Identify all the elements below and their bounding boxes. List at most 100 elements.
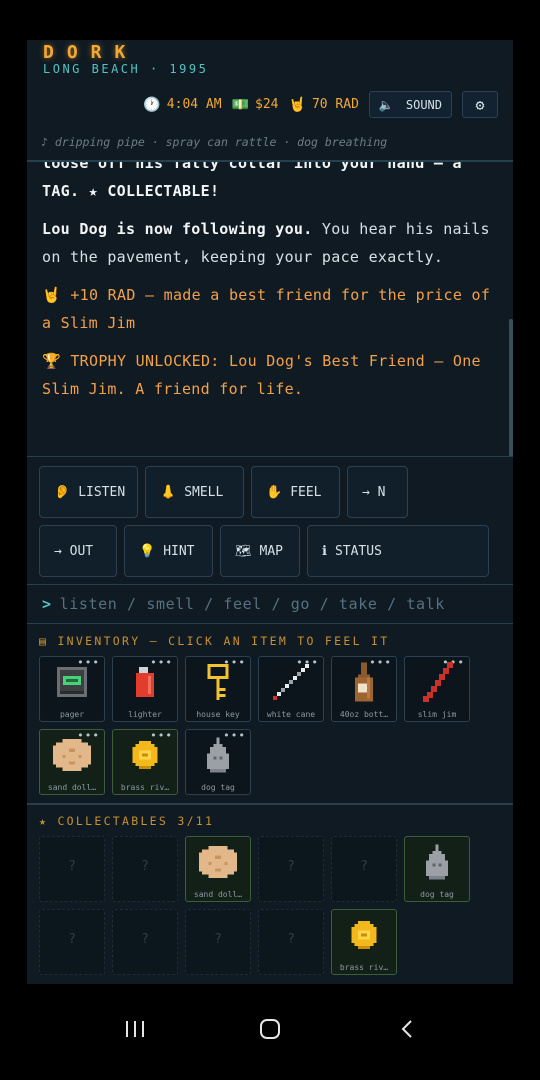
unknown-mark: ?: [68, 859, 76, 874]
hint-button[interactable]: 💡 HINT: [124, 525, 213, 577]
android-nav-bar: [0, 984, 540, 1080]
unknown-mark: ?: [287, 859, 295, 874]
dog-tag-icon: [207, 737, 229, 777]
inventory-item-lighter[interactable]: ••• lighter: [112, 656, 178, 722]
bottle-icon: [355, 662, 373, 706]
status-label: STATUS: [334, 543, 382, 559]
map-icon: 🗺: [235, 543, 252, 559]
collectable-slot-locked: ?: [185, 909, 251, 975]
ear-icon: 👂: [54, 484, 71, 500]
back-icon: [401, 1020, 412, 1038]
settings-button[interactable]: ⚙: [462, 91, 498, 118]
time-display: 4:04 AM: [166, 97, 222, 112]
inventory-item-pager[interactable]: ••• pager: [39, 656, 105, 722]
narrative-line: Lou Dog is now following you. You hear h…: [42, 216, 502, 271]
item-label: lighter: [128, 710, 162, 719]
inventory-item-dog-tag[interactable]: ••• dog tag: [185, 729, 251, 795]
rad-hand-icon: 🤘: [42, 286, 61, 304]
status-button[interactable]: ℹ STATUS: [307, 525, 489, 577]
pager-icon: [57, 667, 87, 701]
info-icon: ℹ: [322, 543, 327, 559]
section-divider: [27, 803, 513, 805]
map-button[interactable]: 🗺 MAP: [220, 525, 300, 577]
unknown-mark: ?: [360, 859, 368, 874]
game-screen: DORK LONG BEACH · 1995 🕐 4:04 AM 💵 $24 🤘…: [27, 40, 513, 984]
narrative-line: loose off his fatty collar into your han…: [42, 160, 502, 205]
brass-rivet-icon: [132, 741, 158, 773]
lightbulb-icon: 💡: [139, 543, 156, 559]
inventory-item-brass-rivet[interactable]: ••• brass riv…: [112, 729, 178, 795]
inventory-item-white-cane[interactable]: ••• white cane: [258, 656, 324, 722]
back-button[interactable]: [387, 1014, 427, 1044]
smell-label: SMELL: [184, 484, 224, 500]
item-label: sand doll…: [47, 783, 97, 792]
action-buttons: 👂 LISTEN 👃 SMELL ✋ FEEL → N → OUT 💡 HINT…: [39, 466, 509, 577]
go-north-label: → N: [362, 484, 386, 500]
go-out-label: → OUT: [54, 543, 94, 559]
nose-icon: 👃: [160, 484, 177, 500]
collectable-label: dog tag: [420, 890, 454, 899]
scrollbar[interactable]: [509, 319, 513, 456]
feel-label: FEEL: [290, 484, 322, 500]
unknown-mark: ?: [214, 932, 222, 947]
collectable-dog-tag[interactable]: dog tag: [404, 836, 470, 902]
collectable-slot-locked: ?: [331, 836, 397, 902]
follow-message: Lou Dog is now following you.: [42, 220, 313, 238]
inventory-item-40oz-bottle[interactable]: ••• 40oz bott…: [331, 656, 397, 722]
item-label: brass riv…: [120, 783, 170, 792]
collectable-brass-rivet[interactable]: brass riv…: [331, 909, 397, 975]
gear-icon: ⚙: [475, 95, 485, 114]
collectable-message: loose off his fatty collar into your han…: [42, 160, 462, 200]
sand-dollar-icon: [199, 846, 237, 882]
trophy-text: TROPHY UNLOCKED: Lou Dog's Best Friend –…: [42, 352, 481, 398]
item-label: white cane: [266, 710, 316, 719]
trophy-icon: 🏆: [42, 352, 61, 370]
money-display: $24: [255, 97, 279, 112]
hint-label: HINT: [163, 543, 195, 559]
inventory-item-house-key[interactable]: ••• house key: [185, 656, 251, 722]
collectable-slot-locked: ?: [39, 909, 105, 975]
smell-button[interactable]: 👃 SMELL: [145, 466, 244, 518]
clock-icon: 🕐: [143, 96, 161, 113]
home-icon: [260, 1019, 280, 1039]
inventory-item-sand-dollar[interactable]: ••• sand doll…: [39, 729, 105, 795]
go-north-button[interactable]: → N: [347, 466, 408, 518]
item-label: dog tag: [201, 783, 235, 792]
command-input[interactable]: > listen / smell / feel / go / take / ta…: [27, 584, 513, 624]
collectable-label: sand doll…: [193, 890, 243, 899]
money-icon: 💵: [231, 96, 250, 113]
rad-gain-text: +10 RAD – made a best friend for the pri…: [42, 286, 491, 332]
listen-button[interactable]: 👂 LISTEN: [39, 466, 138, 518]
inventory-item-slim-jim[interactable]: ••• slim jim: [404, 656, 470, 722]
home-button[interactable]: [250, 1014, 290, 1044]
prompt-symbol: >: [42, 595, 52, 613]
inventory-heading: ▤ INVENTORY – CLICK AN ITEM TO FEEL IT: [39, 634, 390, 648]
rad-display: 70 RAD: [311, 97, 359, 112]
slim-jim-icon: [419, 662, 455, 706]
item-label: 40oz bott…: [339, 710, 389, 719]
collectables-heading: ★ COLLECTABLES 3/11: [39, 814, 215, 828]
feel-button[interactable]: ✋ FEEL: [251, 466, 340, 518]
hand-icon: ✋: [266, 484, 283, 500]
collectable-sand-dollar[interactable]: sand doll…: [185, 836, 251, 902]
rad-hand-icon: 🤘: [288, 96, 306, 113]
item-label: pager: [59, 710, 85, 719]
narrative-log[interactable]: loose off his fatty collar into your han…: [27, 160, 513, 457]
collectables-grid: ? ? sand doll… ? ? dog tag ? ? ? ? brass…: [39, 836, 509, 975]
unknown-mark: ?: [141, 859, 149, 874]
collectable-slot-locked: ?: [112, 836, 178, 902]
item-label: house key: [196, 710, 240, 719]
recent-apps-button[interactable]: [115, 1014, 155, 1044]
unknown-mark: ?: [287, 932, 295, 947]
unknown-mark: ?: [68, 932, 76, 947]
speaker-icon: 🔈: [378, 97, 394, 112]
listen-label: LISTEN: [78, 484, 126, 500]
recent-apps-icon: [126, 1021, 144, 1037]
game-title: DORK: [43, 42, 139, 63]
brass-rivet-icon: [351, 921, 377, 953]
go-out-button[interactable]: → OUT: [39, 525, 117, 577]
trophy-message: 🏆 TROPHY UNLOCKED: Lou Dog's Best Friend…: [42, 348, 502, 403]
sound-button[interactable]: 🔈 SOUND: [368, 91, 452, 118]
sound-label: SOUND: [405, 97, 442, 112]
